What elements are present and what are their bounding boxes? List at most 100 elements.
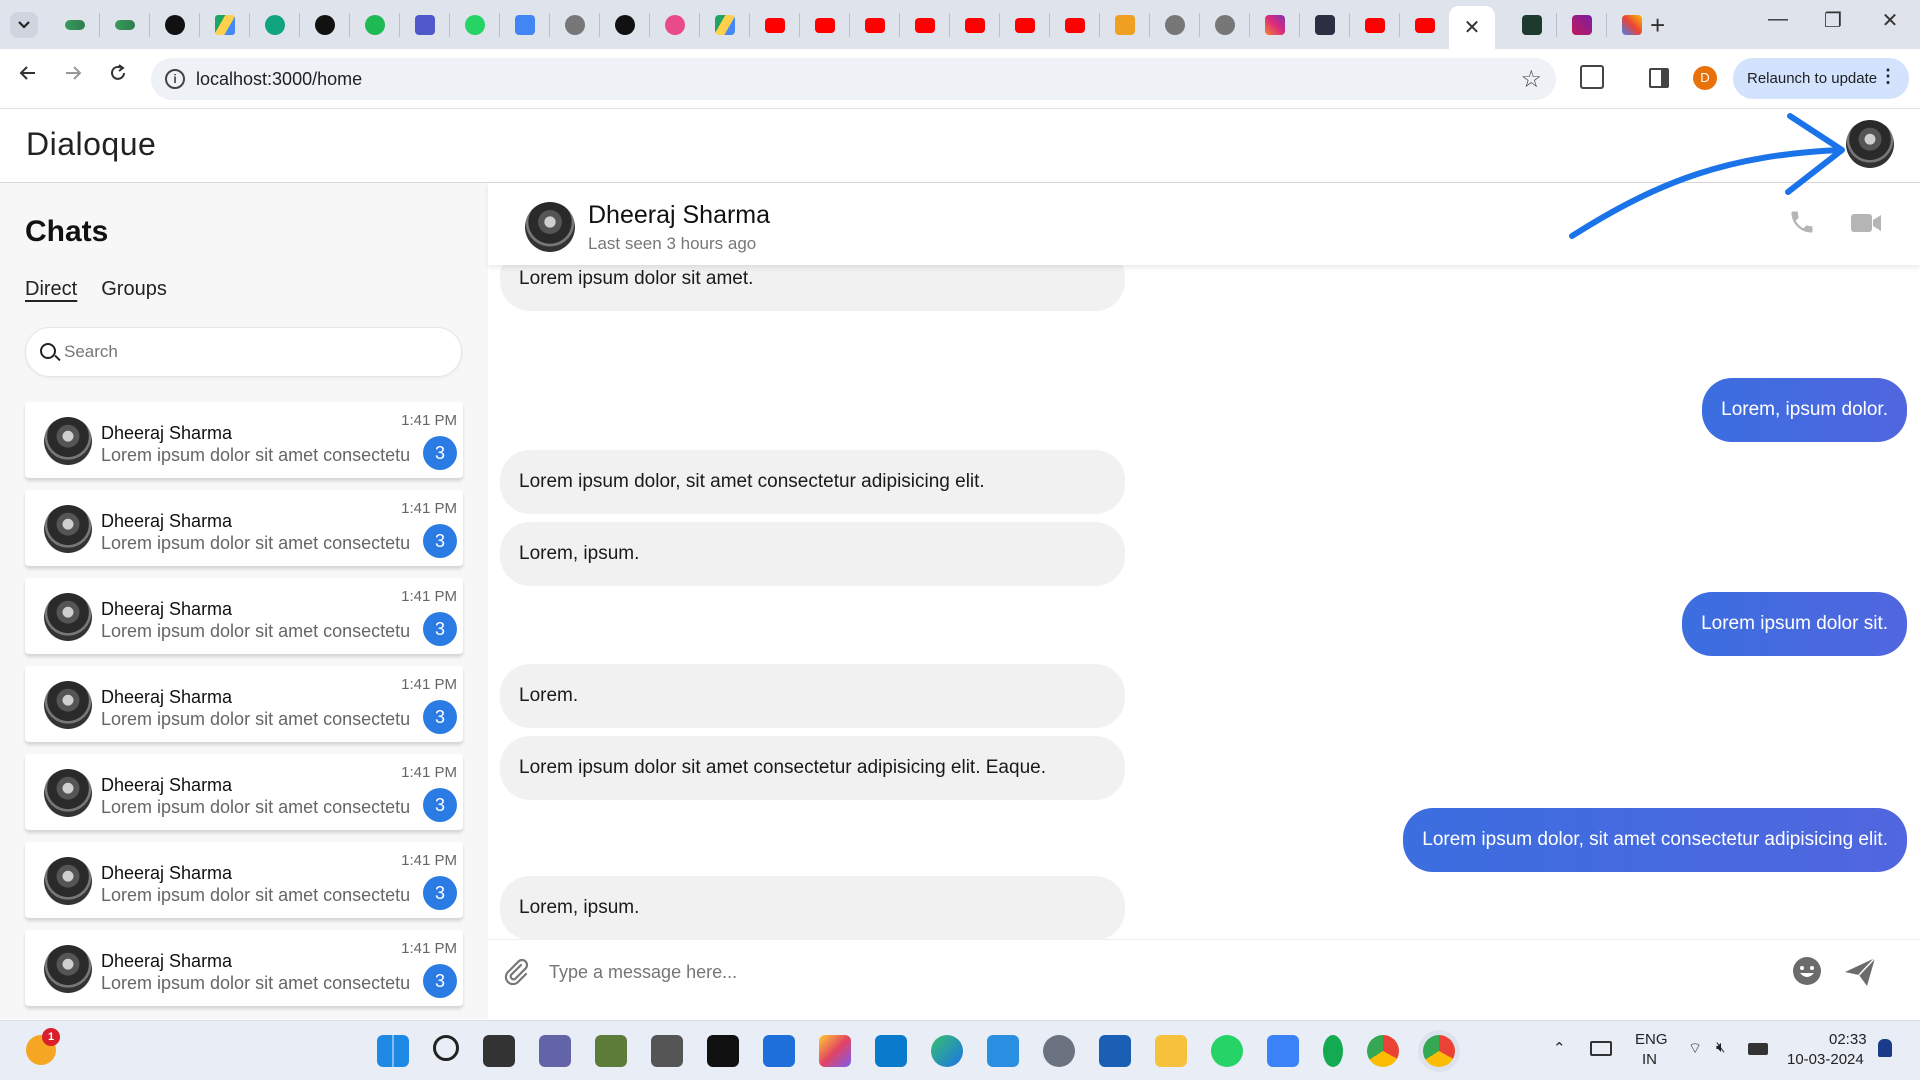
minimize-button[interactable]: —: [1758, 8, 1798, 31]
tab[interactable]: [1557, 13, 1607, 37]
profile-avatar[interactable]: D: [1693, 66, 1717, 90]
language-line-1[interactable]: ENG: [1635, 1031, 1668, 1048]
chat-list-item[interactable]: Dheeraj Sharma Lorem ipsum dolor sit amet…: [25, 490, 463, 566]
tab[interactable]: [100, 13, 150, 37]
whatsapp-icon[interactable]: [1211, 1035, 1243, 1067]
chrome-icon[interactable]: [1367, 1035, 1399, 1067]
maximize-button[interactable]: ❐: [1813, 8, 1853, 33]
incoming-message: Lorem.: [500, 664, 1125, 728]
battery-icon[interactable]: [1748, 1043, 1768, 1055]
tab[interactable]: [750, 13, 800, 37]
tab[interactable]: [1000, 13, 1050, 37]
tab[interactable]: [350, 13, 400, 37]
chevron-up-icon[interactable]: ⌃: [1553, 1039, 1566, 1057]
app-brand[interactable]: Dialoque: [26, 126, 156, 163]
chat-list-item[interactable]: Dheeraj Sharma Lorem ipsum dolor sit amet…: [25, 754, 463, 830]
tab[interactable]: [950, 13, 1000, 37]
word-icon[interactable]: [1099, 1035, 1131, 1067]
tab[interactable]: [400, 13, 450, 37]
tab-search-button[interactable]: [10, 12, 38, 38]
active-tab[interactable]: ✕: [1449, 6, 1495, 49]
side-panel-icon[interactable]: [1649, 68, 1669, 88]
video-call-icon[interactable]: [1851, 214, 1881, 232]
close-window-button[interactable]: ✕: [1870, 8, 1910, 33]
tab[interactable]: [1100, 13, 1150, 37]
keyboard-icon[interactable]: [1590, 1041, 1612, 1056]
tab[interactable]: [800, 13, 850, 37]
extensions-icon[interactable]: [1580, 65, 1604, 89]
chrome-icon[interactable]: [1423, 1035, 1455, 1067]
camera-icon[interactable]: [651, 1035, 683, 1067]
tab[interactable]: [50, 13, 100, 37]
user-avatar[interactable]: [1846, 120, 1894, 168]
chat-list-item[interactable]: Dheeraj Sharma Lorem ipsum dolor sit amet…: [25, 930, 463, 1006]
emoji-icon[interactable]: [1792, 956, 1822, 986]
phone-icon[interactable]: [1788, 208, 1816, 236]
tab[interactable]: [1150, 13, 1200, 37]
tab[interactable]: [200, 13, 250, 37]
tab[interactable]: [700, 13, 750, 37]
chat-list-item[interactable]: Dheeraj Sharma Lorem ipsum dolor sit amet…: [25, 402, 463, 478]
minecraft-icon[interactable]: [595, 1035, 627, 1067]
tab[interactable]: [150, 13, 200, 37]
relaunch-button[interactable]: Relaunch to update ⋮: [1733, 58, 1909, 99]
clock-date[interactable]: 10-03-2024: [1787, 1051, 1864, 1068]
tab[interactable]: [850, 13, 900, 37]
app-icon[interactable]: [1267, 1035, 1299, 1067]
forward-button[interactable]: [58, 63, 88, 89]
windows-start-icon[interactable]: [377, 1035, 409, 1067]
tab[interactable]: [1507, 13, 1557, 37]
language-line-2[interactable]: IN: [1642, 1051, 1657, 1068]
tab[interactable]: [900, 13, 950, 37]
back-button[interactable]: [13, 63, 43, 89]
task-view-icon[interactable]: [483, 1035, 515, 1067]
settings-icon[interactable]: [1043, 1035, 1075, 1067]
message-input[interactable]: [549, 957, 1649, 987]
chat-list-item[interactable]: Dheeraj Sharma Lorem ipsum dolor sit amet…: [25, 666, 463, 742]
intellij-icon[interactable]: [819, 1035, 851, 1067]
tab[interactable]: [1050, 13, 1100, 37]
tab[interactable]: [1300, 13, 1350, 37]
edge-icon[interactable]: [931, 1035, 963, 1067]
youtube-icon: [764, 17, 785, 33]
tab[interactable]: [500, 13, 550, 37]
tab-direct[interactable]: Direct: [25, 278, 77, 301]
address-bar[interactable]: i localhost:3000/home ☆: [151, 58, 1556, 100]
tab-groups[interactable]: Groups: [101, 278, 167, 301]
close-icon[interactable]: ✕: [1464, 15, 1481, 40]
tab[interactable]: [550, 13, 600, 37]
tab[interactable]: [1400, 13, 1450, 37]
url-text[interactable]: localhost:3000/home: [196, 69, 362, 90]
store-icon[interactable]: [763, 1035, 795, 1067]
chat-list-item[interactable]: Dheeraj Sharma Lorem ipsum dolor sit amet…: [25, 842, 463, 918]
tab[interactable]: [450, 13, 500, 37]
file-explorer-icon[interactable]: [1155, 1035, 1187, 1067]
search-icon[interactable]: [433, 1035, 459, 1061]
tab[interactable]: [1350, 13, 1400, 37]
send-icon[interactable]: [1843, 956, 1877, 988]
wifi-icon[interactable]: ⌔: [1688, 1039, 1702, 1058]
notification-bell-icon[interactable]: [1878, 1039, 1892, 1057]
tab[interactable]: [1250, 13, 1300, 37]
photos-icon[interactable]: [987, 1035, 1019, 1067]
reload-button[interactable]: [103, 63, 133, 89]
tab[interactable]: [600, 13, 650, 37]
site-info-icon[interactable]: i: [165, 69, 185, 89]
tab[interactable]: [1200, 13, 1250, 37]
tab[interactable]: [300, 13, 350, 37]
attachment-icon[interactable]: [500, 956, 532, 988]
bookmark-star-icon[interactable]: ☆: [1520, 65, 1542, 94]
tab[interactable]: [650, 13, 700, 37]
more-vert-icon[interactable]: ⋮: [1879, 66, 1897, 87]
volume-muted-icon[interactable]: 🔇︎: [1716, 1039, 1725, 1056]
new-tab-button[interactable]: +: [1650, 10, 1665, 41]
terminal-icon[interactable]: [707, 1035, 739, 1067]
tab[interactable]: [250, 13, 300, 37]
clock-time[interactable]: 02:33: [1829, 1031, 1867, 1048]
vscode-icon[interactable]: [875, 1035, 907, 1067]
contact-avatar[interactable]: [525, 202, 575, 252]
search-input[interactable]: [64, 340, 444, 364]
mongodb-icon[interactable]: [1323, 1035, 1343, 1067]
teams-chat-icon[interactable]: [539, 1035, 571, 1067]
chat-list-item[interactable]: Dheeraj Sharma Lorem ipsum dolor sit amet…: [25, 578, 463, 654]
